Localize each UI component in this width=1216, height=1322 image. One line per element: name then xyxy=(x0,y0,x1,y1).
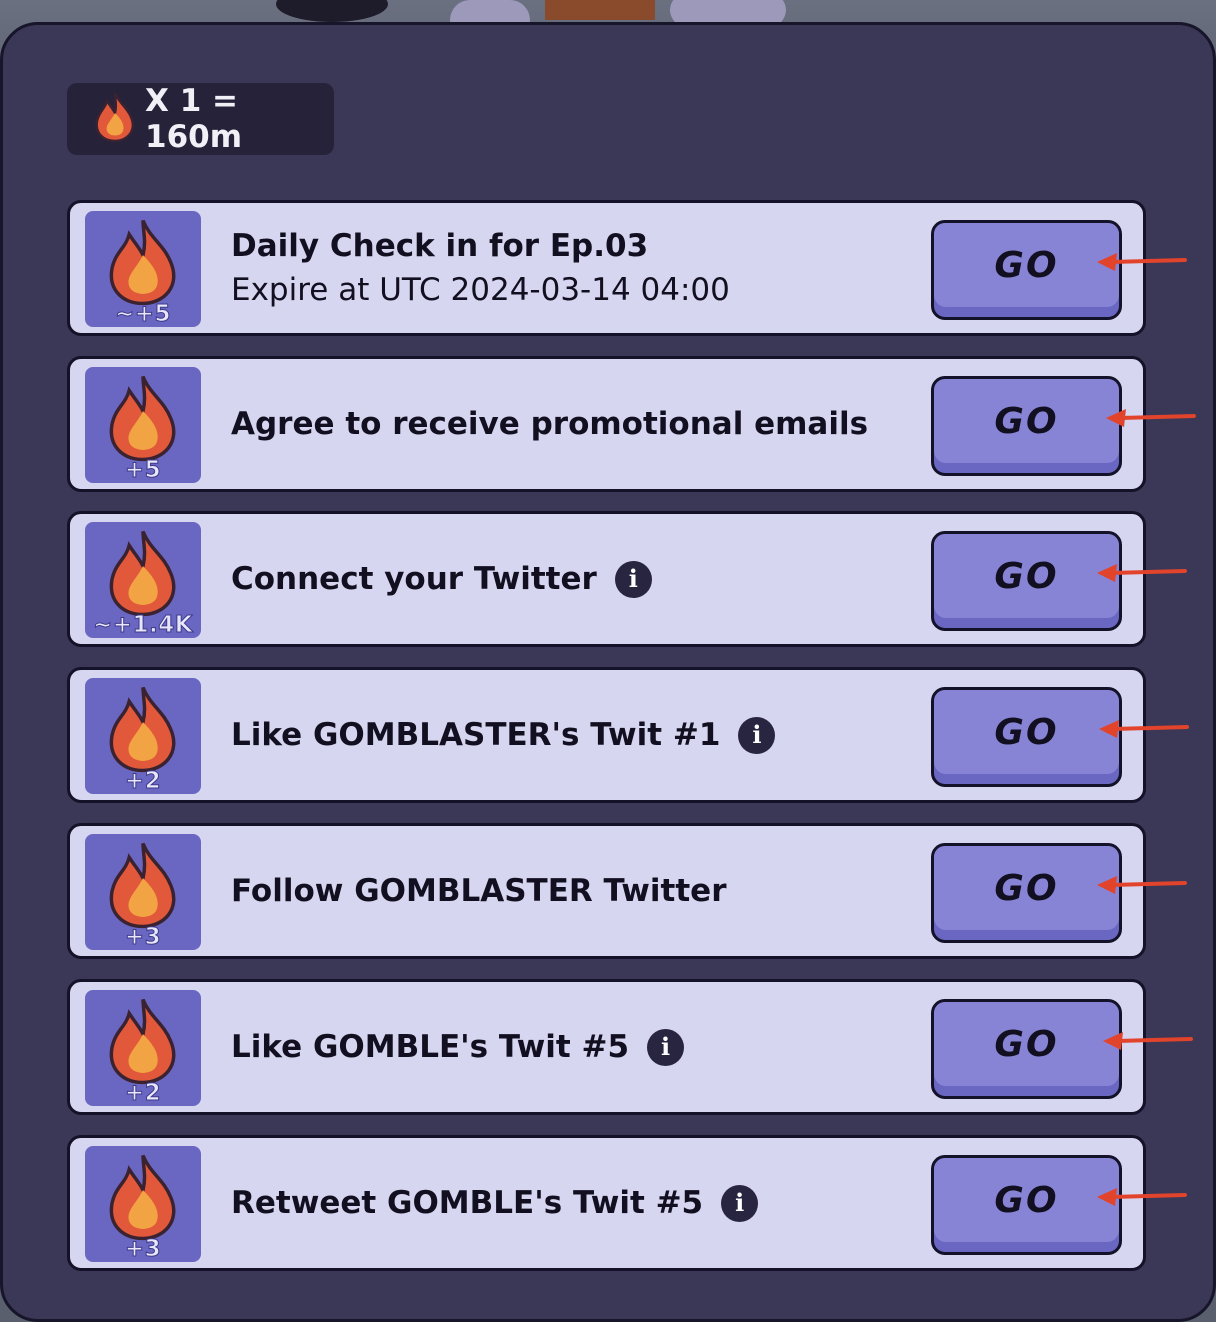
task-text: Agree to receive promotional emails xyxy=(231,359,868,489)
reward-amount: +2 xyxy=(124,768,162,795)
go-button[interactable]: GO xyxy=(931,999,1122,1099)
multiplier-text: X 1 = 160m xyxy=(145,83,243,155)
go-button[interactable]: GO xyxy=(931,843,1122,943)
reward-amount: ~+1.4K xyxy=(92,612,194,639)
go-button[interactable]: GO xyxy=(931,531,1122,631)
annotation-arrow-icon xyxy=(1099,720,1189,738)
task-text: Daily Check in for Ep.03 Expire at UTC 20… xyxy=(231,203,730,333)
annotation-arrow-icon xyxy=(1103,1032,1193,1050)
go-button-label: GO xyxy=(994,1023,1059,1065)
reward-amount: +5 xyxy=(124,457,162,484)
task-card: +3 Follow GOMBLASTER Twitter GO xyxy=(67,823,1146,959)
reward-tile: +2 xyxy=(85,678,201,794)
reward-tile: ~+1.4K xyxy=(85,522,201,638)
task-card: +2 Like GOMBLASTER's Twit #1 i GO xyxy=(67,667,1146,803)
annotation-arrow-icon xyxy=(1097,564,1187,582)
info-icon[interactable]: i xyxy=(738,716,776,754)
flame-icon xyxy=(105,838,181,936)
go-button-label: GO xyxy=(994,867,1059,909)
go-button-label: GO xyxy=(994,400,1059,442)
task-card: ~+5 Daily Check in for Ep.03 Expire at UTC… xyxy=(67,200,1146,336)
flame-icon xyxy=(105,371,181,469)
flame-icon xyxy=(93,91,137,147)
go-button-label: GO xyxy=(994,1179,1059,1221)
flame-icon xyxy=(105,215,181,313)
flame-icon xyxy=(105,1150,181,1248)
info-icon[interactable]: i xyxy=(721,1184,759,1222)
annotation-arrow-icon xyxy=(1097,1188,1187,1206)
reward-amount: +3 xyxy=(124,1236,162,1263)
task-title: Follow GOMBLASTER Twitter xyxy=(231,873,727,909)
annotation-arrow-icon xyxy=(1097,253,1187,271)
multiplier-badge: X 1 = 160m xyxy=(67,83,334,155)
flame-icon xyxy=(105,526,181,624)
reward-tile: +3 xyxy=(85,834,201,950)
task-text: Like GOMBLASTER's Twit #1 i xyxy=(231,670,776,800)
task-text: Like GOMBLE's Twit #5 i xyxy=(231,982,685,1112)
annotation-arrow-icon xyxy=(1106,409,1196,427)
task-expiry: Expire at UTC 2024-03-14 04:00 xyxy=(231,272,730,308)
task-text: Follow GOMBLASTER Twitter xyxy=(231,826,727,956)
go-button[interactable]: GO xyxy=(931,220,1122,320)
task-title: Agree to receive promotional emails xyxy=(231,406,869,442)
reward-amount: +3 xyxy=(124,924,162,951)
task-text: Retweet GOMBLE's Twit #5 i xyxy=(231,1138,759,1268)
reward-amount: +2 xyxy=(124,1080,162,1107)
reward-tile: +2 xyxy=(85,990,201,1106)
reward-amount: ~+5 xyxy=(114,301,172,328)
flame-icon xyxy=(105,994,181,1092)
task-title: Connect your Twitter xyxy=(231,561,597,597)
annotation-arrow-icon xyxy=(1097,876,1187,894)
info-icon[interactable]: i xyxy=(614,560,652,598)
go-button[interactable]: GO xyxy=(931,376,1122,476)
go-button-label: GO xyxy=(994,555,1059,597)
go-button[interactable]: GO xyxy=(931,687,1122,787)
task-card: +5 Agree to receive promotional emails GO xyxy=(67,356,1146,492)
task-text: Connect your Twitter i xyxy=(231,514,652,644)
go-button-label: GO xyxy=(994,244,1059,286)
task-card: ~+1.4K Connect your Twitter i GO xyxy=(67,511,1146,647)
reward-tile: +5 xyxy=(85,367,201,483)
go-button[interactable]: GO xyxy=(931,1155,1122,1255)
task-card: +3 Retweet GOMBLE's Twit #5 i GO xyxy=(67,1135,1146,1271)
task-title: Retweet GOMBLE's Twit #5 xyxy=(231,1185,704,1221)
task-card: +2 Like GOMBLE's Twit #5 i GO xyxy=(67,979,1146,1115)
flame-icon xyxy=(105,682,181,780)
reward-tile: +3 xyxy=(85,1146,201,1262)
go-button-label: GO xyxy=(994,711,1059,753)
reward-tile: ~+5 xyxy=(85,211,201,327)
task-title: Daily Check in for Ep.03 xyxy=(231,228,649,264)
task-title: Like GOMBLE's Twit #5 xyxy=(231,1029,630,1065)
task-title: Like GOMBLASTER's Twit #1 xyxy=(231,717,721,753)
info-icon[interactable]: i xyxy=(647,1028,685,1066)
